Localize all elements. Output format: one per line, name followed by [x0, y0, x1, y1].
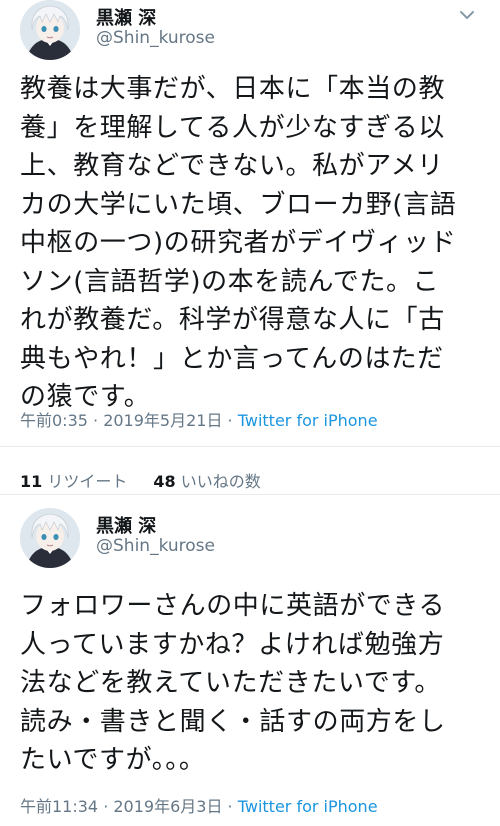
retweets-label: リツイート — [47, 472, 128, 491]
avatar-image — [20, 508, 80, 568]
divider — [0, 494, 500, 495]
likes-label: いいねの数 — [180, 472, 261, 491]
divider — [0, 446, 500, 447]
tweet-1: 黒瀬 深 @Shin_kurose 教養は大事だが、日本に「本当の教 養」を理解… — [0, 0, 500, 458]
likes-count: 48 — [153, 472, 176, 491]
author-name[interactable]: 黒瀬 深 — [96, 4, 156, 30]
timestamp[interactable]: 午前11:34 · 2019年6月3日 — [20, 797, 222, 816]
tweet-meta: 午前0:35 · 2019年5月21日 · Twitter for iPhone — [20, 407, 378, 431]
timestamp[interactable]: 午前0:35 · 2019年5月21日 — [20, 411, 222, 430]
avatar[interactable] — [20, 508, 80, 568]
chevron-down-icon[interactable] — [456, 4, 478, 26]
avatar-image — [20, 0, 80, 60]
source-link[interactable]: Twitter for iPhone — [238, 411, 378, 430]
meta-separator: · — [227, 411, 233, 430]
author-handle[interactable]: @Shin_kurose — [96, 536, 215, 556]
retweets-stat[interactable]: 11 リツイート — [20, 472, 127, 491]
author-name[interactable]: 黒瀬 深 — [96, 512, 156, 538]
tweet-text: 教養は大事だが、日本に「本当の教 養」を理解してる人が少なすぎる以 上、教育など… — [20, 74, 457, 412]
avatar[interactable] — [20, 0, 80, 60]
author-handle[interactable]: @Shin_kurose — [96, 28, 215, 48]
tweet-2: 黒瀬 深 @Shin_kurose フォロワーさんの中に英語ができる 人っていま… — [0, 500, 500, 826]
engagement-stats: 11 リツイート 48 いいねの数 — [20, 468, 261, 492]
tweet-text: フォロワーさんの中に英語ができる 人っていますかね？よければ勉強方 法などを教え… — [20, 591, 446, 775]
tweet-meta: 午前11:34 · 2019年6月3日 · Twitter for iPhone — [20, 793, 378, 817]
source-link[interactable]: Twitter for iPhone — [238, 797, 378, 816]
meta-separator: · — [227, 797, 233, 816]
retweets-count: 11 — [20, 472, 43, 491]
likes-stat[interactable]: 48 いいねの数 — [153, 472, 260, 491]
